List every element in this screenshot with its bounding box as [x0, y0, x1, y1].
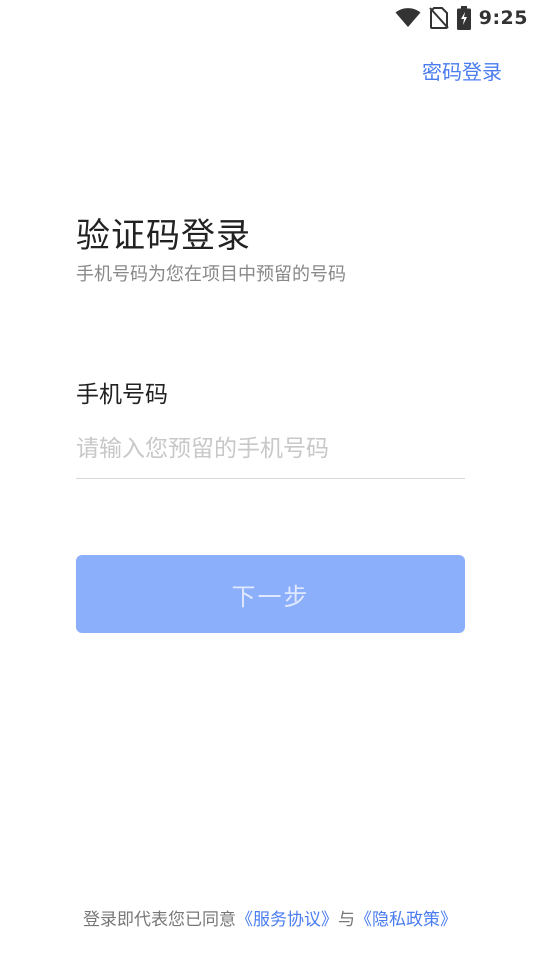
- privacy-policy-link[interactable]: 《隐私政策》: [355, 910, 457, 930]
- battery-charging-icon: [456, 6, 471, 30]
- phone-input[interactable]: [76, 420, 465, 479]
- password-login-link[interactable]: 密码登录: [422, 56, 502, 85]
- service-agreement-link[interactable]: 《服务协议》: [236, 910, 338, 930]
- login-screen: 9:25 密码登录 验证码登录 手机号码为您在项目中预留的号码 手机号码 下一步…: [0, 0, 540, 960]
- agreement-conjunction: 与: [338, 910, 355, 930]
- wifi-icon: [395, 8, 421, 28]
- agreement-text: 登录即代表您已同意《服务协议》与《隐私政策》: [0, 905, 540, 930]
- agreement-prefix: 登录即代表您已同意: [83, 910, 236, 930]
- phone-label: 手机号码: [76, 382, 168, 408]
- next-button[interactable]: 下一步: [76, 555, 465, 633]
- status-icons: 9:25: [395, 4, 528, 32]
- no-sim-icon: [428, 7, 449, 29]
- page-title: 验证码登录: [76, 216, 251, 256]
- page-subtitle: 手机号码为您在项目中预留的号码: [76, 264, 346, 285]
- status-time: 9:25: [478, 7, 528, 29]
- status-bar: 9:25: [0, 0, 540, 36]
